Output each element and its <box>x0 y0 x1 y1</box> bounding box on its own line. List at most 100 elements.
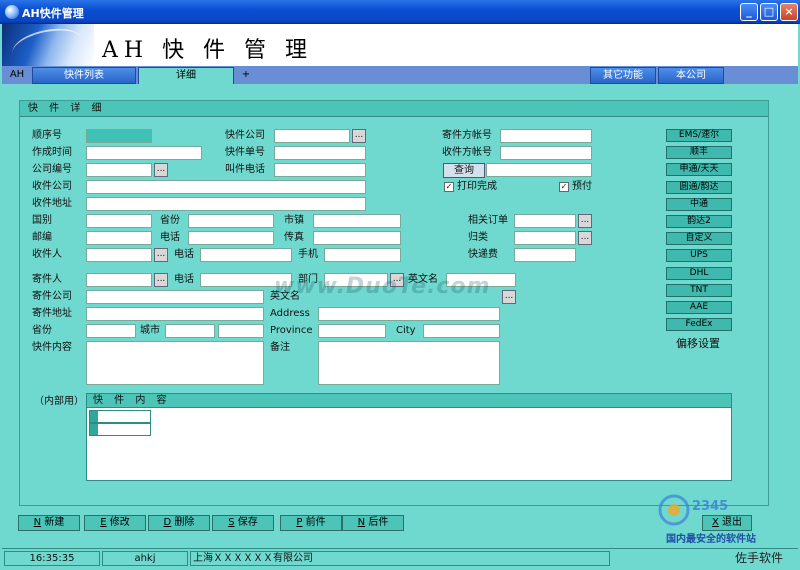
prev-button[interactable]: P 前件 <box>280 515 342 531</box>
app-banner: AH 快 件 管 理 <box>2 24 798 66</box>
banner-art <box>2 24 94 66</box>
address-field[interactable] <box>318 307 500 321</box>
tab-bar: AH 快件列表 详细 + 其它功能 本公司 <box>2 66 798 84</box>
province-field[interactable] <box>188 214 274 228</box>
content-field[interactable] <box>86 341 264 385</box>
country-field[interactable] <box>86 214 152 228</box>
tab-other-functions[interactable]: 其它功能 <box>590 67 656 84</box>
status-user: ahkj <box>102 551 188 566</box>
fax-label: 传真 <box>284 232 304 243</box>
delete-button[interactable]: D 删除 <box>148 515 210 531</box>
recv-addr-field[interactable] <box>86 197 366 211</box>
carrier-button[interactable]: DHL <box>666 266 732 280</box>
query-button[interactable]: 查询 <box>443 163 485 178</box>
receiver-lookup-button[interactable]: ... <box>154 248 168 262</box>
print-done-label: 打印完成 <box>457 181 497 192</box>
carrier-button[interactable]: TNT <box>666 283 732 297</box>
app-icon <box>5 5 19 19</box>
sender-company-field[interactable] <box>86 290 264 304</box>
sender-field[interactable] <box>86 273 152 287</box>
tab-our-company[interactable]: 本公司 <box>658 67 724 84</box>
close-button[interactable]: × <box>780 3 798 21</box>
carrier-button[interactable]: 申通/天天 <box>666 163 732 177</box>
carrier-button[interactable]: 韵达2 <box>666 215 732 228</box>
express-co-label: 快件公司 <box>225 130 265 141</box>
category-field[interactable] <box>514 231 576 245</box>
save-button[interactable]: S 保存 <box>212 515 274 531</box>
edit-hotkey: E <box>100 517 107 528</box>
phone-field[interactable] <box>188 231 274 245</box>
province2-label: 省份 <box>32 325 52 336</box>
maximize-button[interactable]: □ <box>760 3 778 21</box>
tab-add[interactable]: + <box>236 67 256 84</box>
carrier-button[interactable]: UPS <box>666 249 732 263</box>
phone2-field[interactable] <box>200 248 292 262</box>
carrier-button[interactable]: 顺丰 <box>666 146 732 160</box>
new-button[interactable]: N 新建 <box>18 515 80 531</box>
call-phone-field[interactable] <box>274 163 366 177</box>
svg-text:2345: 2345 <box>692 499 728 514</box>
related-order-field[interactable] <box>514 214 576 228</box>
prepaid-label: 预付 <box>572 181 592 192</box>
sender-acct-field[interactable] <box>500 129 592 143</box>
postcode-label: 邮编 <box>32 232 52 243</box>
sender-lookup-button[interactable]: ... <box>154 273 168 287</box>
query-field[interactable] <box>486 163 592 177</box>
created-field[interactable] <box>86 146 202 160</box>
sender-label: 寄件人 <box>32 274 62 285</box>
recv-acct-field[interactable] <box>500 146 592 160</box>
carrier-button[interactable]: 中通 <box>666 197 732 211</box>
tab-list[interactable]: 快件列表 <box>32 67 136 84</box>
minimize-button[interactable]: _ <box>740 3 758 21</box>
express-fee-field[interactable] <box>514 248 576 262</box>
status-bar: 16:35:35 ahkj 上海ＸＸＸＸＸＸ有限公司 <box>2 548 798 568</box>
prepaid-checkbox[interactable]: ✓ <box>559 182 569 192</box>
related-order-lookup-button[interactable]: ... <box>578 214 592 228</box>
delete-hotkey: D <box>163 517 172 528</box>
carrier-button[interactable]: 圆通/韵达 <box>666 180 732 194</box>
grid-row[interactable] <box>89 423 151 436</box>
offset-settings-label[interactable]: 偏移设置 <box>676 337 720 351</box>
province2-field[interactable] <box>86 324 136 338</box>
recv-company-field[interactable] <box>86 180 366 194</box>
remark-field[interactable] <box>318 341 500 385</box>
en-name2-lookup-button[interactable]: ... <box>502 290 516 304</box>
edit-button[interactable]: E 修改 <box>84 515 146 531</box>
remark-label: 备注 <box>270 342 290 353</box>
sender-acct-label: 寄件方帐号 <box>442 130 492 141</box>
company-no-lookup-button[interactable]: ... <box>154 163 168 177</box>
recv-acct-label: 收件方帐号 <box>442 147 492 158</box>
postcode-field[interactable] <box>86 231 152 245</box>
town-field[interactable] <box>313 214 401 228</box>
tracking-no-label: 快件单号 <box>225 147 265 158</box>
grid-row[interactable] <box>89 410 151 423</box>
address-label: Address <box>270 308 310 319</box>
province-en-field[interactable] <box>318 324 386 338</box>
category-lookup-button[interactable]: ... <box>578 231 592 245</box>
carrier-button[interactable]: AAE <box>666 301 732 314</box>
row-indicator <box>90 411 98 422</box>
sender-addr-field[interactable] <box>86 307 264 321</box>
next-button[interactable]: N 后件 <box>342 515 404 531</box>
mobile-field[interactable] <box>324 248 401 262</box>
tab-detail[interactable]: 详细 <box>138 67 234 84</box>
company-no-field[interactable] <box>86 163 152 177</box>
city-en-label: City <box>396 325 416 336</box>
fax-field[interactable] <box>313 231 401 245</box>
tracking-no-field[interactable] <box>274 146 366 160</box>
edit-label: 修改 <box>109 517 130 528</box>
carrier-button[interactable]: FedEx <box>666 318 732 332</box>
province-label: 省份 <box>160 215 180 226</box>
receiver-field[interactable] <box>86 248 152 262</box>
city-extra-field[interactable] <box>218 324 264 338</box>
seq-field[interactable] <box>86 129 152 143</box>
print-done-checkbox[interactable]: ✓ <box>444 182 454 192</box>
carrier-button[interactable]: 自定义 <box>666 232 732 246</box>
carrier-button[interactable]: EMS/速尔 <box>666 129 732 142</box>
content-grid-panel: 快 件 内 容 <box>86 393 732 481</box>
express-co-field[interactable] <box>274 129 350 143</box>
city-field[interactable] <box>165 324 215 338</box>
express-co-lookup-button[interactable]: ... <box>352 129 366 143</box>
city-en-field[interactable] <box>423 324 500 338</box>
tab-home[interactable]: AH <box>4 67 30 84</box>
